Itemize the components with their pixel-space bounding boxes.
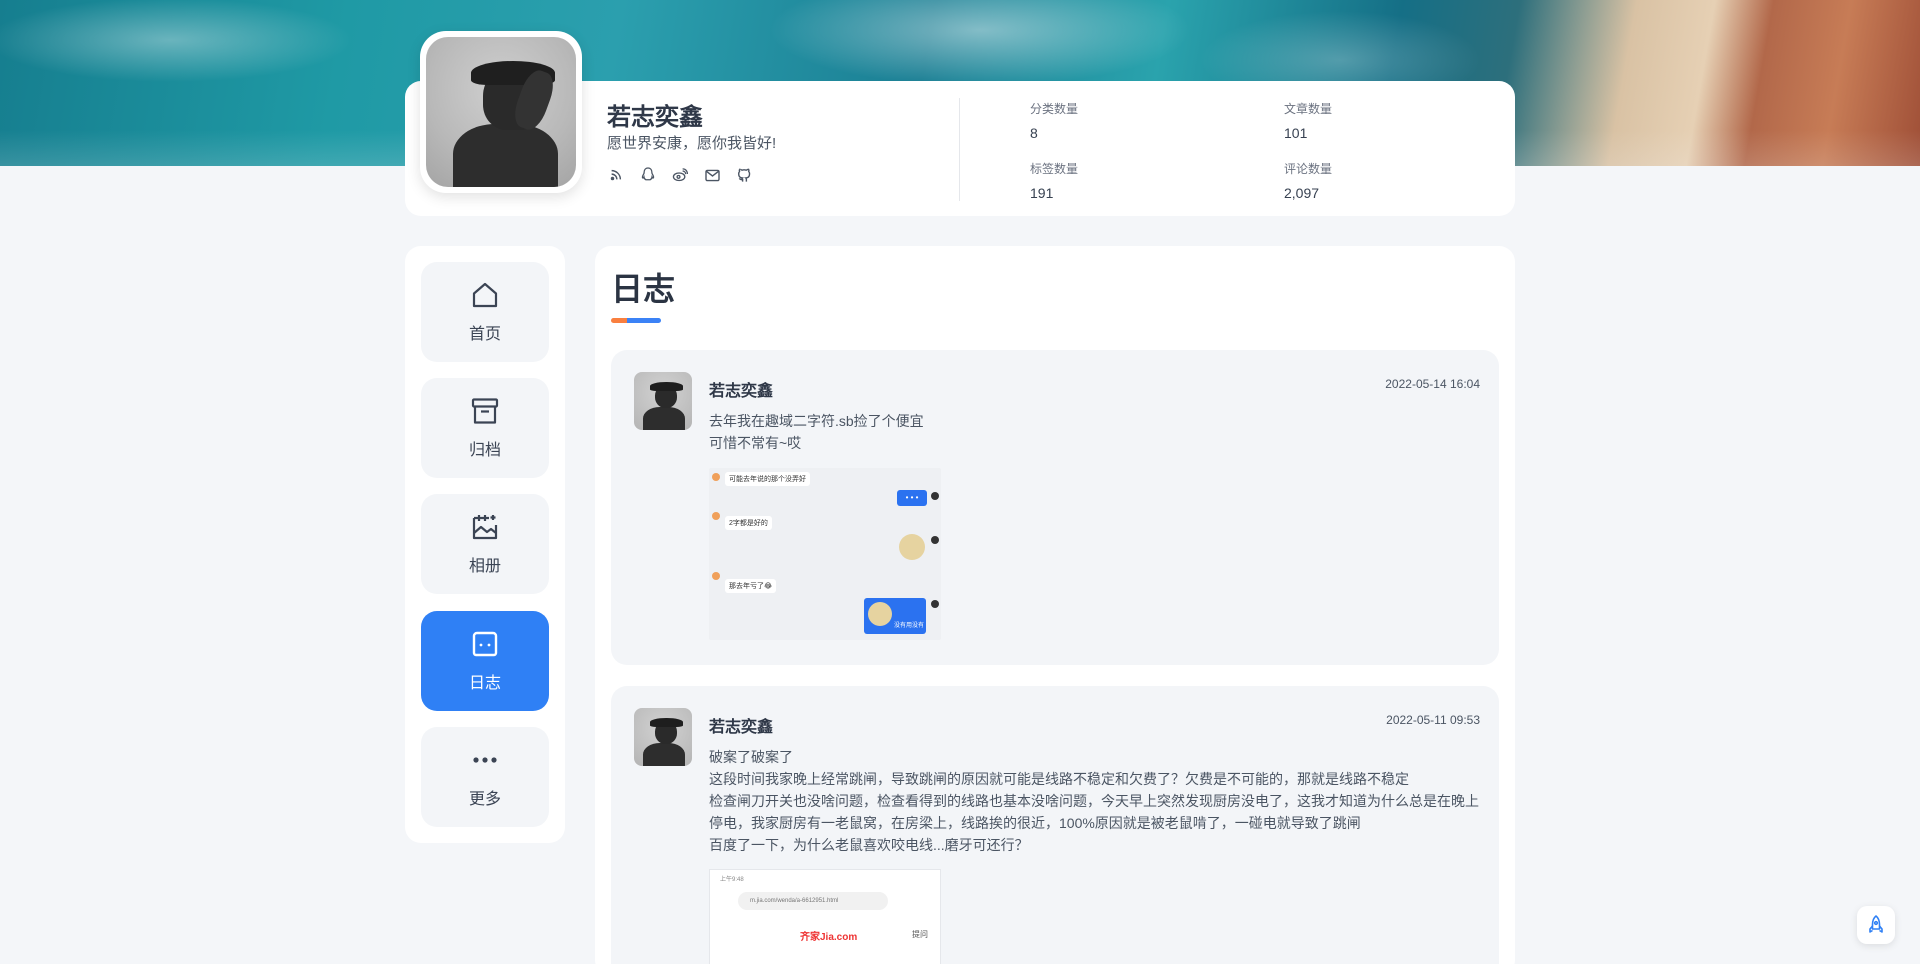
stat-label: 评论数量 bbox=[1284, 162, 1333, 176]
profile-avatar[interactable] bbox=[420, 31, 582, 193]
phone-status: 上午9:48 bbox=[720, 877, 744, 883]
stat-label: 分类数量 bbox=[1030, 102, 1079, 116]
album-icon bbox=[472, 515, 498, 540]
post-time: 2022-05-14 16:04 bbox=[1385, 377, 1480, 391]
stat-value: 101 bbox=[1284, 125, 1308, 141]
journal-post: 若志奕鑫 2022-05-11 09:53 破案了破案了 这段时间我家晚上经常跳… bbox=[611, 686, 1499, 964]
chat-bubble: 可能去年说的那个没弄好 bbox=[725, 472, 810, 486]
journal-icon bbox=[472, 631, 498, 657]
chat-bubble: 那去年亏了😂 bbox=[725, 579, 777, 593]
archive-icon bbox=[471, 398, 499, 424]
post-author: 若志奕鑫 bbox=[709, 383, 774, 400]
post-line: 去年我在趣域二字符.sb捡了个便宜 bbox=[709, 413, 924, 429]
chat-image-self: 没有用没有 bbox=[864, 598, 926, 634]
post-line: 破案了破案了 bbox=[709, 749, 793, 765]
post-image[interactable]: 上午9:48 m.jia.com/wenda/a-6612951.html 齐家… bbox=[709, 869, 941, 964]
post-line: 检查闸刀开关也没啥问题，检查看得到的线路也基本没啥问题，今天早上突然发现厨房没电… bbox=[709, 793, 1479, 809]
sidebar-item-journal[interactable]: 日志 bbox=[421, 611, 549, 711]
journal-post: 若志奕鑫 2022-05-14 16:04 去年我在趣域二字符.sb捡了个便宜 … bbox=[611, 350, 1499, 665]
post-line: 可惜不常有~哎 bbox=[709, 435, 802, 451]
home-icon bbox=[472, 282, 498, 308]
stat-value: 2,097 bbox=[1284, 185, 1320, 201]
profile-name: 若志奕鑫 bbox=[607, 104, 703, 131]
sidebar-item-label: 更多 bbox=[468, 791, 501, 808]
phone-url-bar: m.jia.com/wenda/a-6612951.html bbox=[738, 892, 888, 910]
github-icon[interactable] bbox=[735, 166, 753, 184]
ask-link: 提问 bbox=[912, 930, 928, 939]
sidebar-item-archive[interactable]: 归档 bbox=[421, 378, 549, 478]
post-image[interactable]: 可能去年说的那个没弄好 • • • 2字都是好的 那去年亏了😂 没有用没有 bbox=[709, 468, 941, 640]
post-author: 若志奕鑫 bbox=[709, 719, 774, 736]
site-logo: 齐家Jia.com bbox=[800, 932, 858, 943]
stat-comments[interactable]: 评论数量 2,097 bbox=[1284, 160, 1332, 201]
post-avatar[interactable] bbox=[634, 372, 692, 430]
avatar-image bbox=[426, 37, 576, 187]
sidebar-item-home[interactable]: 首页 bbox=[421, 262, 549, 362]
stat-value: 191 bbox=[1030, 185, 1054, 201]
stat-value: 8 bbox=[1030, 125, 1038, 141]
stat-articles[interactable]: 文章数量 101 bbox=[1284, 100, 1332, 141]
post-line: 停电，我家厨房有一老鼠窝，在房梁上，线路挨的很近，100%原因就是被老鼠啃了，一… bbox=[709, 815, 1361, 831]
rocket-icon bbox=[1869, 915, 1883, 933]
qq-icon[interactable] bbox=[639, 166, 657, 184]
mail-icon[interactable] bbox=[703, 166, 721, 184]
sidebar-item-label: 归档 bbox=[468, 442, 501, 459]
more-icon bbox=[473, 757, 497, 763]
sidebar-item-label: 日志 bbox=[468, 675, 501, 692]
profile-motto: 愿世界安康，愿你我皆好! bbox=[607, 135, 777, 152]
sticker-image bbox=[899, 534, 925, 560]
profile-divider bbox=[959, 98, 960, 201]
title-underline bbox=[611, 318, 661, 323]
sidebar-item-label: 首页 bbox=[468, 326, 501, 343]
social-links bbox=[607, 166, 753, 184]
stat-label: 标签数量 bbox=[1030, 162, 1079, 176]
chat-bubble-self: • • • bbox=[897, 490, 927, 506]
post-avatar[interactable] bbox=[634, 708, 692, 766]
back-to-top-button[interactable] bbox=[1857, 906, 1895, 944]
chat-bubble: 2字都是好的 bbox=[725, 516, 772, 530]
post-line: 这段时间我家晚上经常跳闸，导致跳闸的原因就可能是线路不稳定和欠费了？欠费是不可能… bbox=[709, 771, 1409, 787]
weibo-icon[interactable] bbox=[671, 166, 689, 184]
post-content: 破案了破案了 这段时间我家晚上经常跳闸，导致跳闸的原因就可能是线路不稳定和欠费了… bbox=[709, 746, 1484, 856]
post-content: 去年我在趣域二字符.sb捡了个便宜 可惜不常有~哎 bbox=[709, 410, 1484, 454]
stat-tags[interactable]: 标签数量 191 bbox=[1030, 160, 1078, 201]
sidebar-item-more[interactable]: 更多 bbox=[421, 727, 549, 827]
sidebar-item-label: 相册 bbox=[468, 558, 501, 575]
post-time: 2022-05-11 09:53 bbox=[1386, 713, 1480, 727]
post-line: 百度了一下，为什么老鼠喜欢咬电线...磨牙可还行？ bbox=[709, 837, 1029, 853]
stat-categories[interactable]: 分类数量 8 bbox=[1030, 100, 1078, 141]
chat-caption: 没有用没有 bbox=[894, 623, 925, 629]
stat-label: 文章数量 bbox=[1284, 102, 1333, 116]
sidebar-item-album[interactable]: 相册 bbox=[421, 494, 549, 594]
rss-icon[interactable] bbox=[607, 166, 625, 184]
page-title: 日志 bbox=[611, 271, 676, 307]
